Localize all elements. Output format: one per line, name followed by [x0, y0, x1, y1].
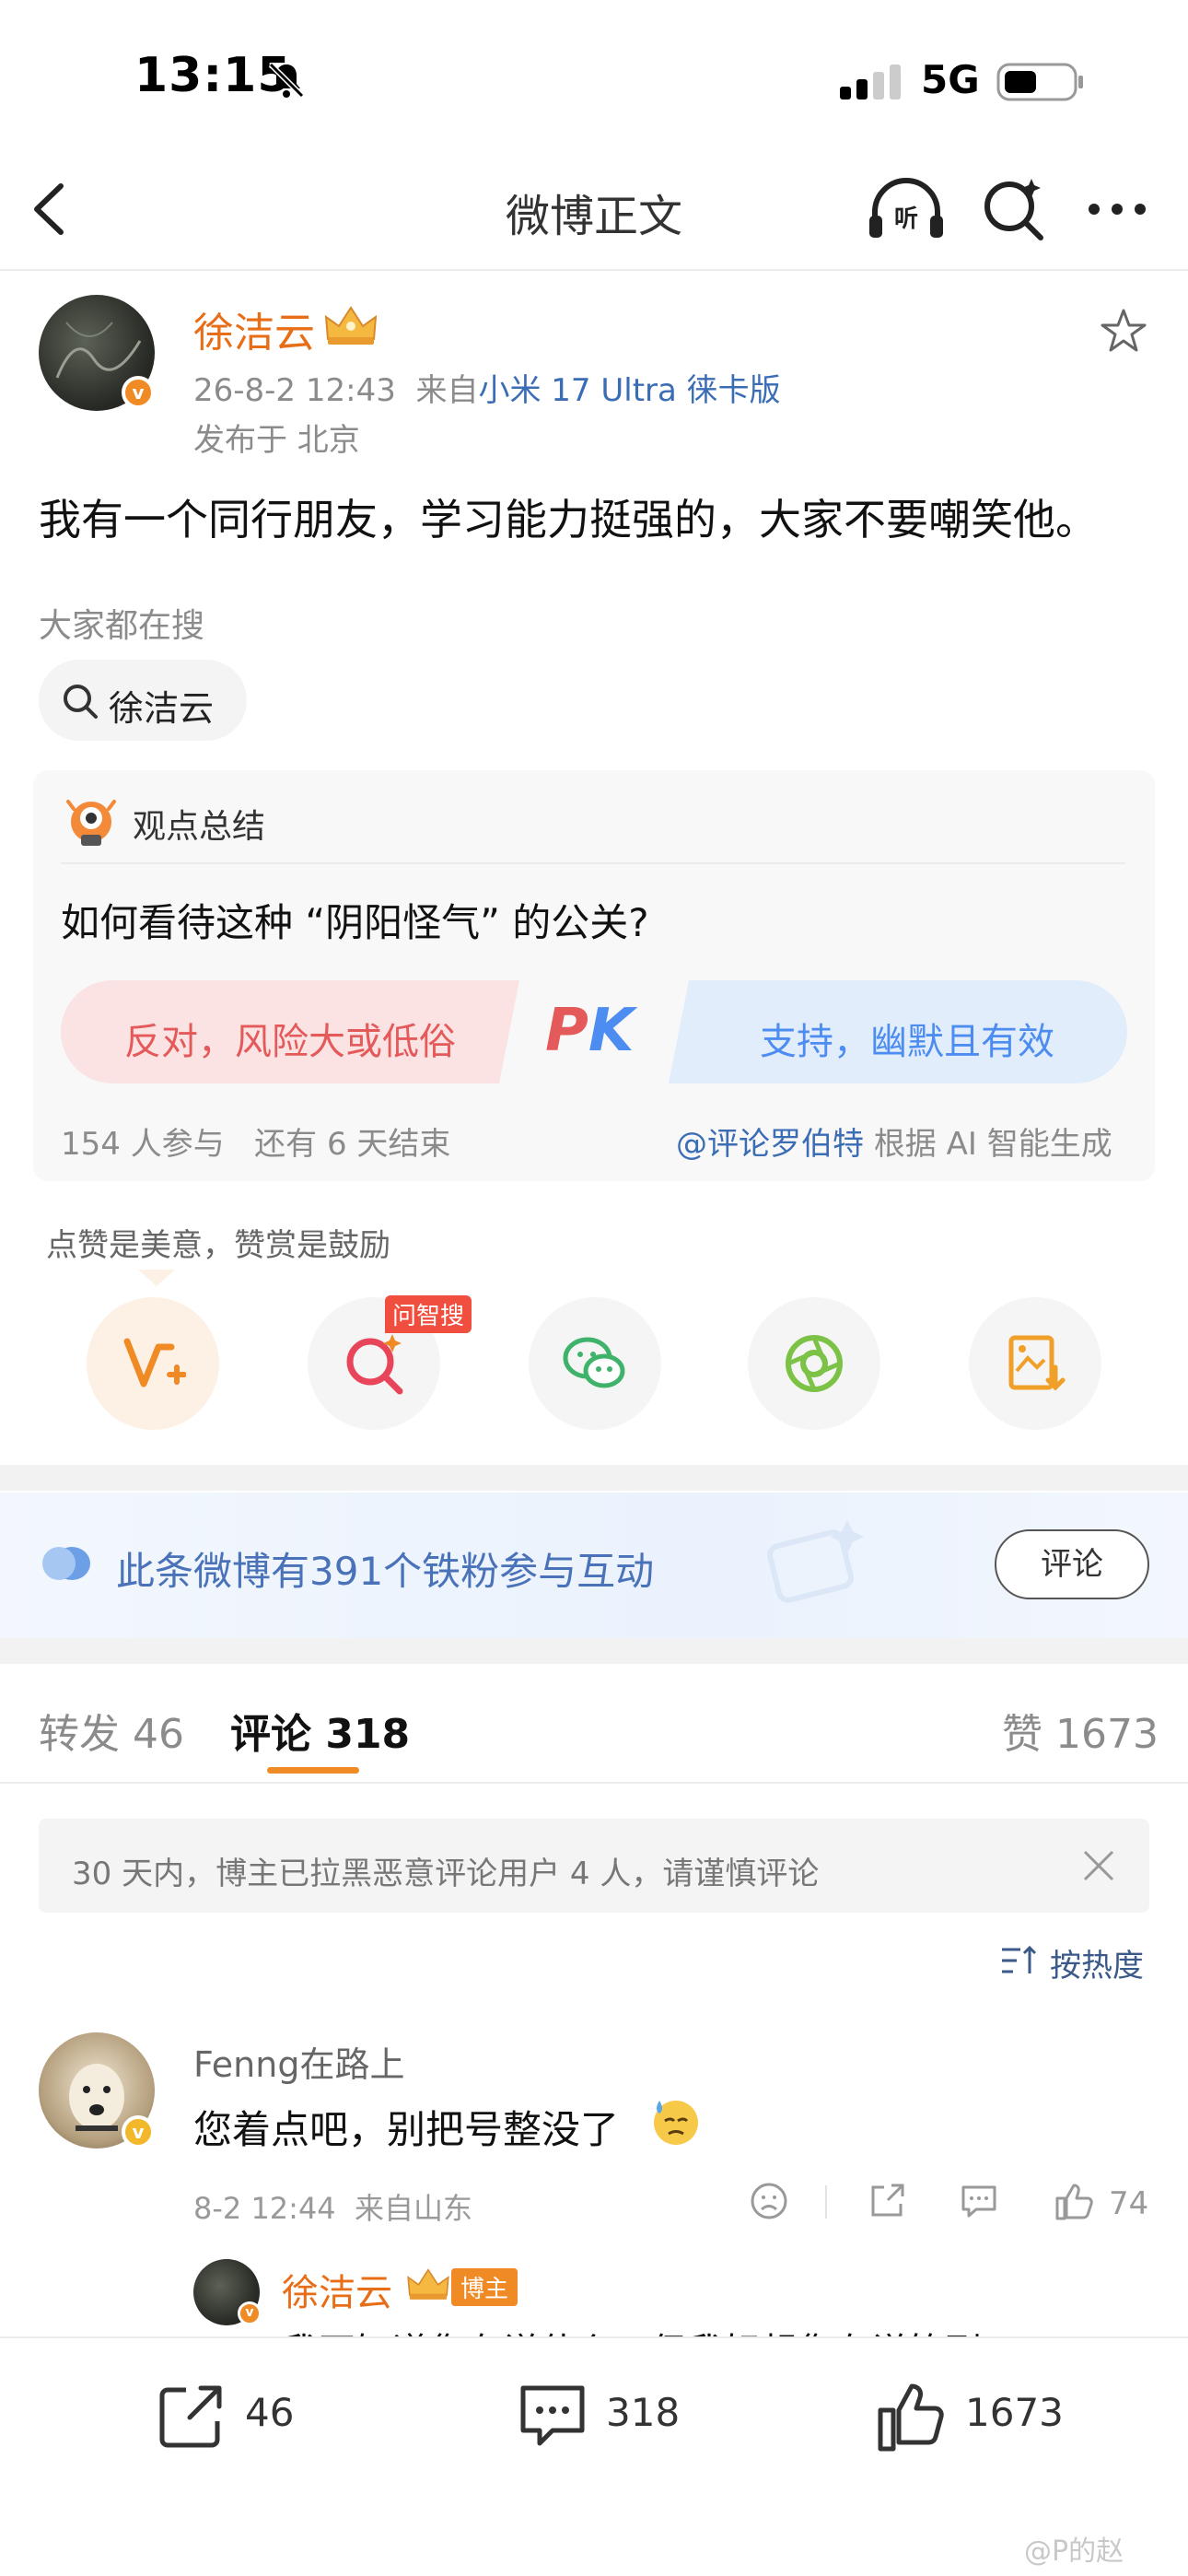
section-gap	[0, 1638, 1188, 1664]
verified-badge: v	[122, 376, 155, 409]
comment-location: 来自山东	[355, 2191, 473, 2226]
author-badge: 博主	[451, 2268, 518, 2306]
opinion-divider	[61, 862, 1125, 864]
comment-count[interactable]: 318	[606, 2390, 680, 2435]
nav-divider	[0, 269, 1188, 271]
fans-icon	[42, 1547, 90, 1580]
meta-divider	[825, 2185, 827, 2219]
star-icon[interactable]	[1098, 306, 1149, 357]
post-time: 26-8-2 12:43	[193, 372, 396, 409]
author-name[interactable]: 徐洁云	[193, 299, 315, 358]
post-source[interactable]: 小米 17 Ultra 徕卡版	[478, 372, 780, 409]
more-icon[interactable]	[1085, 195, 1149, 223]
pk-logo: PK	[545, 997, 635, 1065]
post-meta: 26-8-2 12:43 来自小米 17 Ultra 徕卡版	[193, 365, 781, 410]
comment-button[interactable]: 评论	[995, 1529, 1149, 1599]
sweat-emoji-icon	[654, 2101, 698, 2145]
banner-decoration	[767, 1520, 864, 1603]
sort-icon	[1002, 1945, 1037, 1973]
tabs-divider	[0, 1782, 1188, 1784]
repost-icon[interactable]	[155, 2379, 228, 2453]
save-image-button[interactable]	[969, 1297, 1101, 1430]
battery-icon	[996, 63, 1083, 101]
notice-text: 30 天内，博主已拉黑恶意评论用户 4 人，请谨慎评论	[72, 1856, 820, 1892]
signal-icon	[840, 64, 901, 100]
like-icon[interactable]	[1054, 2180, 1096, 2222]
credit-suffix: 根据 AI 智能生成	[873, 1126, 1112, 1163]
fans-text: 此条微博有391个铁粉参与互动	[116, 1549, 655, 1594]
share-icon[interactable]	[866, 2180, 908, 2222]
support-label: 支持，幽默且有效	[760, 1021, 1054, 1063]
comment-meta: 8-2 12:44 来自山东	[193, 2185, 472, 2228]
wechat-icon	[563, 1337, 625, 1388]
remaining-time: 还有 6 天结束	[254, 1126, 451, 1163]
comment-like-count: 74	[1109, 2185, 1149, 2222]
active-tab-indicator	[267, 1767, 359, 1774]
reward-icon	[123, 1338, 186, 1388]
commenter-name[interactable]: Fenng在路上	[193, 2036, 404, 2087]
reward-button[interactable]	[87, 1297, 219, 1430]
comment-text: 您着点吧，别把号整没了	[193, 2107, 620, 2152]
trending-label: 大家都在搜	[39, 607, 205, 645]
like-icon[interactable]	[875, 2379, 949, 2453]
tip-arrow	[138, 1270, 175, 1286]
tab-likes[interactable]: 赞 1673	[1002, 1701, 1159, 1760]
comment-time: 8-2 12:44	[193, 2191, 336, 2226]
bell-off-icon	[268, 62, 305, 99]
robot-mascot-icon	[66, 800, 116, 846]
svg-text:听: 听	[894, 205, 918, 233]
comment-icon[interactable]	[516, 2379, 589, 2453]
tab-repost[interactable]: 转发 46	[39, 1701, 184, 1760]
verified-badge: v	[122, 2115, 155, 2149]
post-location: 发布于 北京	[193, 422, 360, 459]
sort-label[interactable]: 按热度	[1050, 1940, 1144, 1985]
opinion-credit: @评论罗伯特 根据 AI 智能生成	[676, 1118, 1112, 1164]
wechat-share-button[interactable]	[529, 1297, 661, 1430]
verified-badge: v	[238, 2301, 262, 2325]
opinion-question: 如何看待这种 “阴阳怪气” 的公关?	[61, 900, 649, 945]
watermark: @P的赵	[1024, 2535, 1124, 2568]
smart-search-badge: 问智搜	[385, 1295, 472, 1333]
moments-share-button[interactable]	[748, 1297, 880, 1430]
repost-count[interactable]: 46	[245, 2390, 294, 2435]
search-icon	[64, 685, 98, 719]
reward-tip: 点赞是美意，赞赏是鼓励	[46, 1227, 390, 1264]
crown-icon	[407, 2268, 449, 2300]
oppose-label: 反对，风险大或低俗	[124, 1021, 456, 1063]
opinion-stats: 154 人参与 还有 6 天结束	[61, 1118, 450, 1164]
save-image-icon	[1008, 1335, 1066, 1391]
moments-icon	[786, 1335, 843, 1392]
dislike-face-icon[interactable]	[748, 2180, 790, 2222]
post-text: 我有一个同行朋友，学习能力挺强的，大家不要嘲笑他。	[39, 495, 1098, 544]
opinion-header: 观点总结	[133, 808, 266, 846]
crown-icon	[324, 306, 378, 345]
bottom-action-bar	[0, 2336, 1188, 2576]
smart-search-icon[interactable]	[978, 173, 1048, 243]
credit-user[interactable]: @评论罗伯特	[676, 1126, 864, 1163]
reply-author[interactable]: 徐洁云	[282, 2263, 392, 2316]
smart-search-icon	[346, 1334, 403, 1395]
from-prefix: 来自	[415, 372, 479, 409]
section-gap	[0, 1465, 1188, 1491]
like-count[interactable]: 1673	[965, 2390, 1064, 2435]
reply-icon[interactable]	[958, 2180, 1000, 2222]
listen-headphone-icon[interactable]: 听	[866, 175, 947, 243]
trending-chip-label: 徐洁云	[109, 688, 215, 729]
close-icon[interactable]	[1081, 1848, 1116, 1883]
tab-comments[interactable]: 评论 318	[230, 1701, 410, 1760]
network-label: 5G	[921, 57, 980, 102]
participants: 154 人参与	[61, 1126, 225, 1163]
